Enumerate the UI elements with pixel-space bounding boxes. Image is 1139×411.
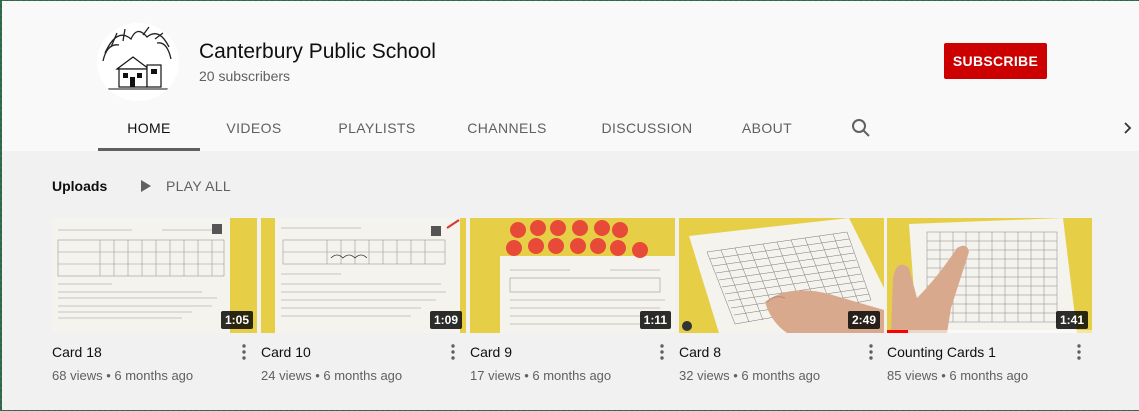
- video-thumbnail[interactable]: 1:41: [887, 218, 1092, 333]
- search-icon[interactable]: [851, 118, 871, 138]
- video-title[interactable]: Card 10: [261, 344, 311, 360]
- play-all-button[interactable]: PLAY ALL: [140, 176, 231, 196]
- video-duration: 1:11: [639, 311, 671, 329]
- play-all-label: PLAY ALL: [166, 178, 231, 194]
- kebab-menu-icon[interactable]: [867, 342, 875, 362]
- subscriber-count: 20 subscribers: [199, 68, 291, 84]
- youtube-window: Canterbury Public School 20 subscribers …: [2, 1, 1139, 410]
- video-duration: 2:49: [847, 311, 880, 329]
- video-meta: 85 views • 6 months ago: [887, 368, 1029, 383]
- tab-channels[interactable]: CHANNELS: [457, 109, 557, 151]
- video-thumbnail[interactable]: 1:11: [470, 218, 675, 333]
- play-icon: [141, 180, 151, 192]
- video-meta: 24 views • 6 months ago: [261, 368, 403, 383]
- chevron-right-icon[interactable]: [1121, 119, 1135, 137]
- kebab-menu-icon[interactable]: [449, 342, 457, 362]
- tab-playlists[interactable]: PLAYLISTS: [327, 109, 427, 151]
- video-thumbnail[interactable]: 2:49: [679, 218, 884, 333]
- video-title[interactable]: Card 18: [52, 344, 102, 360]
- channel-header: Canterbury Public School 20 subscribers …: [2, 1, 1139, 151]
- tab-videos[interactable]: VIDEOS: [216, 109, 292, 151]
- video-duration: 1:41: [1055, 311, 1088, 329]
- uploads-shelf: Uploads PLAY ALL 1:05 Card 18 68 views •…: [2, 151, 1139, 410]
- video-thumbnail[interactable]: 1:05: [52, 218, 257, 333]
- video-duration: 1:09: [429, 311, 462, 329]
- video-meta: 17 views • 6 months ago: [470, 368, 612, 383]
- video-title[interactable]: Card 8: [679, 344, 721, 360]
- watch-progress-bar: [887, 330, 908, 333]
- video-thumbnail[interactable]: 1:09: [261, 218, 466, 333]
- video-title[interactable]: Card 9: [470, 344, 512, 360]
- subscribe-button[interactable]: SUBSCRIBE: [944, 43, 1047, 79]
- tab-home[interactable]: HOME: [98, 109, 200, 151]
- kebab-menu-icon[interactable]: [240, 342, 248, 362]
- channel-avatar[interactable]: [97, 23, 179, 101]
- video-duration: 1:05: [220, 311, 253, 329]
- shelf-title[interactable]: Uploads: [52, 178, 107, 194]
- video-title[interactable]: Counting Cards 1: [887, 344, 996, 360]
- watch-progress-track: [887, 330, 1092, 333]
- tab-about[interactable]: ABOUT: [732, 109, 802, 151]
- video-meta: 32 views • 6 months ago: [679, 368, 821, 383]
- kebab-menu-icon[interactable]: [1075, 342, 1083, 362]
- video-meta: 68 views • 6 months ago: [52, 368, 194, 383]
- channel-tabs: HOME VIDEOS PLAYLISTS CHANNELS DISCUSSIO…: [2, 109, 1139, 151]
- kebab-menu-icon[interactable]: [658, 342, 666, 362]
- school-crest-icon: [99, 23, 177, 101]
- channel-name[interactable]: Canterbury Public School: [199, 40, 436, 64]
- tab-discussion[interactable]: DISCUSSION: [592, 109, 702, 151]
